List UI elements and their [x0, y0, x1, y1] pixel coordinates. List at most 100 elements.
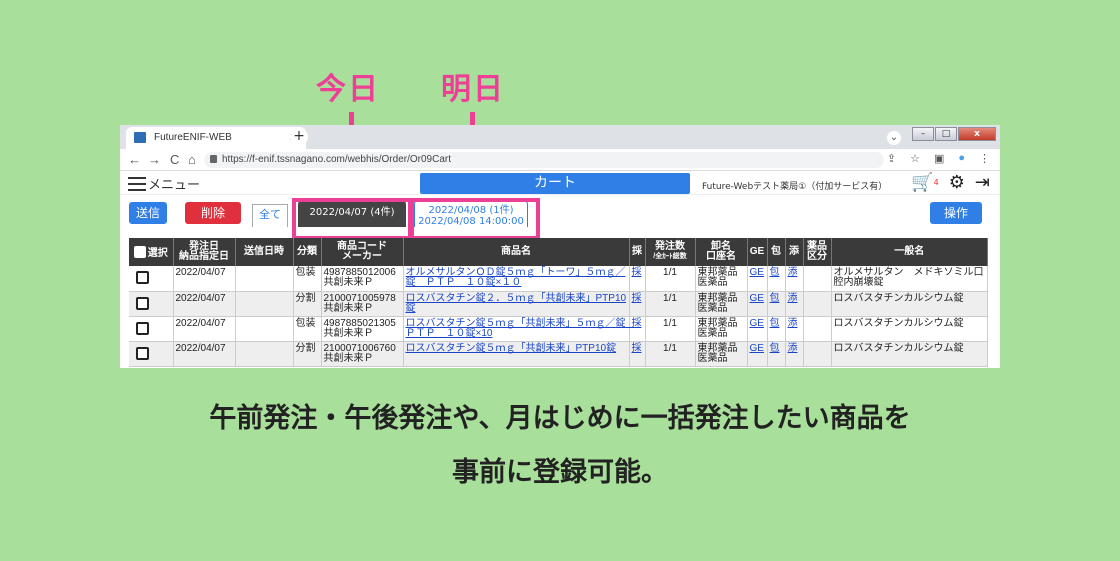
add-link[interactable]: 添	[785, 341, 804, 367]
drug-class	[803, 316, 832, 342]
adopt-link[interactable]: 採	[629, 316, 646, 342]
order-date: 2022/04/07	[173, 291, 236, 317]
product-name-link[interactable]: ロスバスタチン錠２．５ｍｇ「共創未来」PTP10錠	[403, 291, 630, 317]
share-icon[interactable]: ⇪	[887, 152, 896, 165]
home-icon[interactable]: ⌂	[188, 152, 196, 167]
cart-icon[interactable]: 🛒4	[911, 172, 939, 194]
ge-link[interactable]: GE	[747, 266, 768, 292]
window-close-button[interactable]: x	[958, 127, 996, 141]
header-drug-class[interactable]: 薬品 区分	[803, 238, 832, 266]
adopt-link[interactable]: 採	[629, 291, 646, 317]
row-select-cell	[129, 341, 174, 367]
pack-link[interactable]: 包	[767, 266, 786, 292]
row-checkbox[interactable]	[136, 296, 149, 310]
adopt-link[interactable]: 採	[629, 341, 646, 367]
operation-button[interactable]: 操作	[930, 202, 982, 224]
sent-time	[235, 291, 294, 317]
send-button[interactable]: 送信	[129, 202, 167, 224]
header-sent-time[interactable]: 送信日時	[235, 238, 294, 266]
sent-time	[235, 316, 294, 342]
header-icons: 🛒4 ⚙ ⇥	[911, 172, 990, 194]
header-split[interactable]: 分類	[293, 238, 322, 266]
product-name-link[interactable]: ロスバスタチン錠５ｍｇ「共創未来」PTP10錠	[403, 341, 630, 367]
header-adopt[interactable]: 採	[629, 238, 646, 266]
order-date: 2022/04/07	[173, 341, 236, 367]
star-icon[interactable]: ☆	[910, 152, 920, 165]
header-product-name[interactable]: 商品名	[403, 238, 630, 266]
row-checkbox[interactable]	[136, 271, 149, 284]
back-icon[interactable]: ←	[128, 152, 141, 167]
header-code-maker[interactable]: 商品コード メーカー	[321, 238, 404, 266]
gear-icon[interactable]: ⚙	[949, 172, 965, 194]
row-checkbox[interactable]	[136, 346, 149, 360]
url-text: https://f-enif.tssnagano.com/webhis/Orde…	[222, 154, 451, 165]
row-checkbox[interactable]	[136, 321, 149, 335]
table-header-row: 選択 発注日 納品指定日 送信日時 分類 商品コード メーカー 商品名 採 発注数 /…	[129, 238, 988, 266]
adopt-link[interactable]: 採	[629, 266, 646, 292]
header-wholesaler[interactable]: 卸名 口座名	[695, 238, 748, 266]
ge-link[interactable]: GE	[747, 341, 768, 367]
code-maker: 4987885012006 共創未来Ｐ	[321, 266, 404, 292]
highlight-box-today	[292, 198, 412, 240]
select-all-checkbox[interactable]	[133, 245, 146, 258]
header-ge[interactable]: GE	[747, 238, 768, 266]
product-name-link[interactable]: オルメサルタンＯＤ錠５ｍｇ「トーワ」５ｍｇ／錠 ＰＴＰ １０錠×１０	[403, 266, 630, 292]
menu-button[interactable]: メニュー	[128, 174, 200, 193]
caption-line-2: 事前に登録可能。	[452, 457, 668, 488]
header-order-date[interactable]: 発注日 納品指定日	[173, 238, 236, 266]
generic-name: ロスバスタチンカルシウム錠	[831, 341, 988, 367]
header-generic-name[interactable]: 一般名	[831, 238, 988, 266]
kebab-menu-icon[interactable]: ⋮	[979, 152, 990, 165]
add-link[interactable]: 添	[785, 316, 804, 342]
order-date: 2022/04/07	[173, 316, 236, 342]
url-field[interactable]: https://f-enif.tssnagano.com/webhis/Orde…	[204, 152, 884, 168]
callout-today: 今日	[316, 72, 380, 107]
split-type: 分割	[293, 291, 322, 317]
row-select-cell	[129, 316, 174, 342]
cart-count-badge: 4	[933, 178, 939, 187]
pack-link[interactable]: 包	[767, 291, 786, 317]
maximize-button[interactable]: □	[935, 127, 957, 141]
order-date: 2022/04/07	[173, 266, 236, 292]
minimize-button[interactable]: –	[912, 127, 934, 141]
logout-icon[interactable]: ⇥	[975, 172, 990, 194]
pack-link[interactable]: 包	[767, 341, 786, 367]
drug-class	[803, 266, 832, 292]
highlight-box-tomorrow	[410, 198, 540, 240]
store-name: Future-Webテスト薬局①（付加サービス有）	[702, 182, 888, 192]
filter-tab-all[interactable]: 全て	[252, 204, 288, 227]
table-row: 2022/04/07 包装 4987885021305 共創未来Ｐ ロスバスタチン錠５ｍ…	[129, 316, 988, 342]
table-row: 2022/04/07 包装 4987885012006 共創未来Ｐ オルメサルタンＯＤ錠…	[129, 266, 988, 292]
address-bar: ← → C ⌂ https://f-enif.tssnagano.com/web…	[120, 149, 1000, 171]
pack-link[interactable]: 包	[767, 316, 786, 342]
wholesaler: 東邦薬品 医薬品	[695, 316, 748, 342]
row-select-cell	[129, 266, 174, 292]
forward-icon[interactable]: →	[148, 152, 161, 167]
toolbar: 送信 削除 全て 2022/04/07 (4件) 2022/04/08 (1件)…	[120, 195, 1000, 240]
reload-icon[interactable]: C	[170, 152, 179, 167]
header-select[interactable]: 選択	[129, 238, 174, 266]
menu-label: メニュー	[148, 178, 201, 193]
wholesaler: 東邦薬品 医薬品	[695, 291, 748, 317]
delete-button[interactable]: 削除	[185, 202, 241, 224]
hamburger-icon	[128, 177, 146, 191]
add-link[interactable]: 添	[785, 266, 804, 292]
ge-link[interactable]: GE	[747, 291, 768, 317]
browser-tab[interactable]: FutureENIF-WEB ×	[126, 127, 306, 149]
new-tab-button[interactable]: +	[290, 128, 308, 146]
tab-search-icon[interactable]: ⌄	[887, 131, 901, 145]
window-controls: ⌄ – □ x	[887, 127, 996, 145]
sidepanel-icon[interactable]: ▣	[934, 152, 944, 165]
generic-name: ロスバスタチンカルシウム錠	[831, 316, 988, 342]
drug-class	[803, 291, 832, 317]
caption-line-1: 午前発注・午後発注や、月はじめに一括発注したい商品を	[209, 403, 911, 434]
product-name-link[interactable]: ロスバスタチン錠５ｍｇ「共創未来」５ｍｇ／錠 ＰＴＰ １０錠×10	[403, 316, 636, 342]
profile-icon[interactable]: ●	[958, 152, 965, 165]
header-quantity[interactable]: 発注数/全ｶｰﾄ総数	[645, 238, 696, 266]
header-pack[interactable]: 包	[767, 238, 786, 266]
header-add[interactable]: 添	[785, 238, 804, 266]
cart-button[interactable]: カート	[420, 173, 690, 194]
ge-link[interactable]: GE	[747, 316, 768, 342]
add-link[interactable]: 添	[785, 291, 804, 317]
code-maker: 2100071006760 共創未来Ｐ	[321, 341, 404, 367]
